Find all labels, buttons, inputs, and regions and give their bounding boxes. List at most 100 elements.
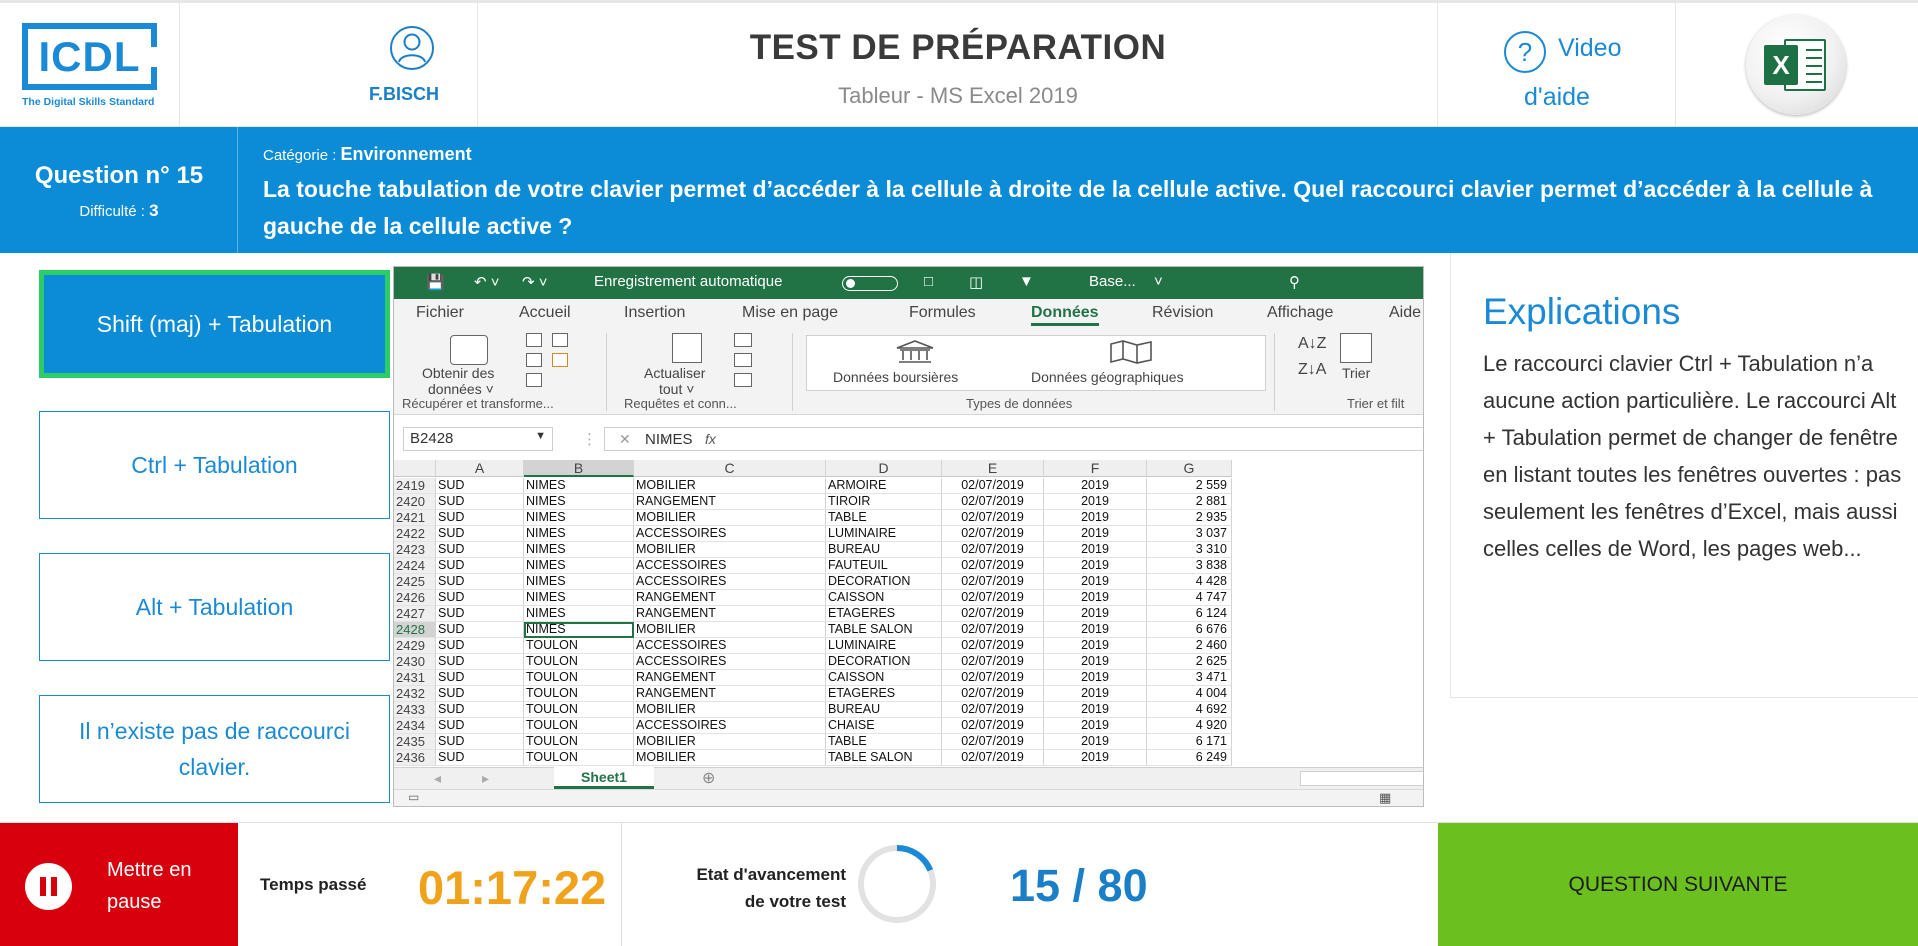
pause-button[interactable]: Mettre en pause [0,823,238,946]
row-number: 2429 [394,638,436,654]
table-cell: NIMES [524,526,634,542]
table-cell: ACCESSOIRES [634,718,826,734]
tab-affichage: Affichage [1267,304,1334,321]
pause-label: Mettre en pause [107,854,191,918]
user-area[interactable]: F.BISCH [330,3,478,127]
table-cell: 3 838 [1147,558,1232,574]
table-cell: SUD [436,510,524,526]
table-cell: 6 124 [1147,606,1232,622]
table-cell: 2 935 [1147,510,1232,526]
answer-option-2[interactable]: Ctrl + Tabulation [39,411,390,519]
row-number: 2430 [394,654,436,670]
question-number-box: Question n° 15 Difficulté : 3 [0,127,238,253]
answer-option-3[interactable]: Alt + Tabulation [39,553,390,661]
fx-icon: fx [705,431,716,447]
progress-label-2: de votre test [744,892,846,911]
sheet-nav-next-icon: ▸ [482,770,490,786]
table-row: 2424 SUD NIMES ACCESSOIRES FAUTEUIL 02/07/201… [394,558,1423,574]
filename-dropdown-icon: ˅ [1154,273,1163,290]
table-cell: MOBILIER [634,622,826,638]
table-cell: TABLE [826,510,942,526]
table-row: 2428 SUD NIMES MOBILIER TABLE SALON 02/07/201… [394,622,1423,638]
table-cell: LUMINAIRE [826,526,942,542]
name-box: B2428 ▼ [403,427,553,451]
row-number: 2431 [394,670,436,686]
difficulty-label: Difficulté : [79,203,150,220]
refresh-label: Actualiser [644,365,706,381]
get-data-label: Obtenir des [422,365,495,381]
table-cell: NIMES [524,510,634,526]
table-cell: RANGEMENT [634,590,826,606]
new-file-icon: □ [924,273,934,290]
table-cell: 02/07/2019 [942,638,1044,654]
table-cell: 2019 [1044,542,1147,558]
table-cell: 2019 [1044,558,1147,574]
table-cell: TABLE SALON [826,622,942,638]
column-header-d: D [826,460,942,477]
table-cell: 02/07/2019 [942,654,1044,670]
question-bar: Question n° 15 Difficulté : 3 Catégorie … [0,127,1918,253]
tab-donnees: Données [1031,304,1099,326]
table-cell: 2019 [1044,478,1147,494]
redo-icon: ↷ ˅ [522,274,548,291]
autosave-toggle [842,276,898,291]
table-cell: ACCESSOIRES [634,574,826,590]
sort-asc-icon: A↓Z [1298,335,1327,352]
difficulty: Difficulté : 3 [0,201,238,221]
table-row: 2423 SUD NIMES MOBILIER BUREAU 02/07/2019 2019… [394,542,1423,558]
table-cell: TOULON [524,686,634,702]
table-row: 2432 SUD TOULON RANGEMENT ETAGERES 02/07/2019… [394,686,1423,702]
formula-input: ✕ ✓ fx NIMES [604,427,1423,451]
save-icon: 💾 [426,274,445,291]
refresh-all-icon [672,333,702,363]
next-question-button[interactable]: QUESTION SUIVANTE [1438,823,1918,946]
refresh-label-2: tout ˅ [659,381,695,397]
macro-record-icon: ▭ [408,790,420,804]
database-icon [450,335,488,365]
answer-option-1[interactable]: Shift (maj) + Tabulation [39,270,390,378]
table-cell: CAISSON [826,590,942,606]
answer-option-4[interactable]: Il n’existe pas de raccourci clavier. [39,695,390,803]
row-number: 2420 [394,494,436,510]
table-row: 2436 SUD TOULON MOBILIER TABLE SALON 02/07/20… [394,750,1423,766]
normal-view-icon: ▦ [1379,790,1392,805]
customize-icon: ▼ [1019,273,1034,290]
formula-value: NIMES [645,431,693,448]
table-cell: 2019 [1044,526,1147,542]
table-cell: 2 559 [1147,478,1232,494]
table-cell: NIMES [524,590,634,606]
table-cell: CAISSON [826,670,942,686]
sort-label: Trier [1342,365,1371,381]
select-all-corner [394,460,436,477]
table-cell: 6 676 [1147,622,1232,638]
row-number: 2426 [394,590,436,606]
table-cell: NIMES [524,574,634,590]
table-cell: 2 881 [1147,494,1232,510]
table-cell: 2019 [1044,638,1147,654]
title-area: TEST DE PRÉPARATION Tableur - MS Excel 2… [478,3,1438,127]
help-video-button[interactable]: ? Video d'aide [1438,3,1676,127]
table-cell: 6 249 [1147,750,1232,766]
table-cell: NIMES [524,542,634,558]
bank-icon [896,340,934,363]
table-cell: RANGEMENT [634,494,826,510]
table-cell: NIMES [524,622,634,638]
row-number: 2423 [394,542,436,558]
file-name: Base... [1089,273,1136,290]
answer-label: Ctrl + Tabulation [131,452,298,478]
page-title: TEST DE PRÉPARATION [749,28,1167,67]
help-video-label-1: Video [1558,34,1622,62]
table-cell: TOULON [524,734,634,750]
search-icon: ⚲ [1289,274,1300,291]
row-number: 2427 [394,606,436,622]
table-cell: RANGEMENT [634,670,826,686]
row-number: 2425 [394,574,436,590]
from-table-icon [526,373,542,387]
row-number: 2433 [394,702,436,718]
table-cell: SUD [436,654,524,670]
table-cell: 02/07/2019 [942,590,1044,606]
table-cell: 02/07/2019 [942,478,1044,494]
next-question-label: QUESTION SUIVANTE [1568,873,1788,896]
data-types-gallery: Données boursières Données géographiques [806,335,1266,391]
table-row: 2429 SUD TOULON ACCESSOIRES LUMINAIRE 02/07/2… [394,638,1423,654]
